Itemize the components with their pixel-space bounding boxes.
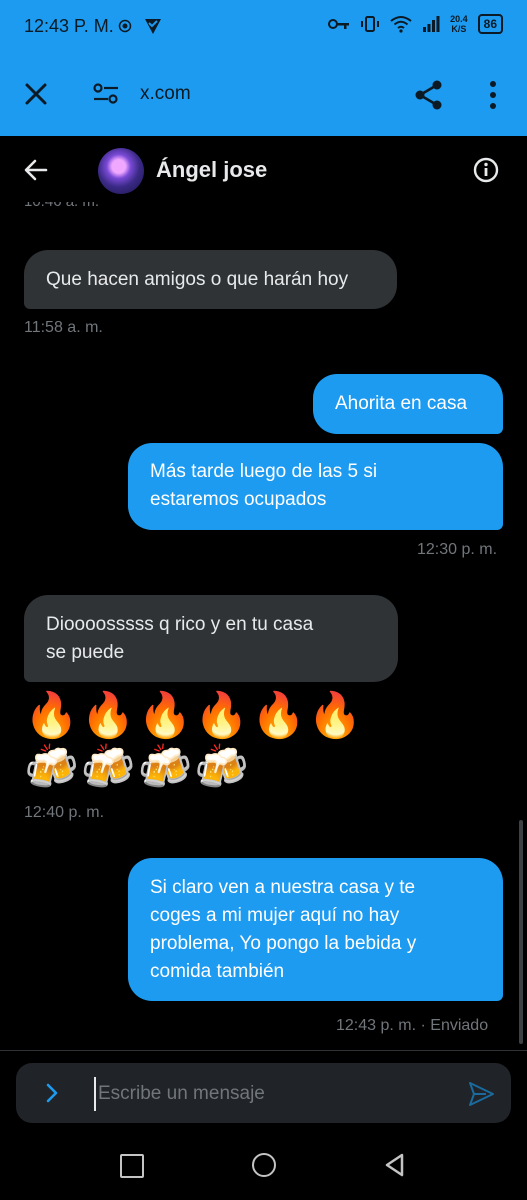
message-timestamp: 11:58 a. m. xyxy=(24,319,103,336)
close-icon[interactable] xyxy=(20,78,52,110)
message-text-line: se puede xyxy=(46,642,125,663)
message-bubble-received[interactable]: Dioooosssss q rico y en tu casa se puede xyxy=(24,595,398,682)
message-timestamp: 12:30 p. m. xyxy=(417,541,498,558)
home-button[interactable] xyxy=(252,1153,276,1177)
emoji-message-beer[interactable]: 🍻🍻🍻🍻 xyxy=(24,742,251,794)
system-back-icon[interactable] xyxy=(382,1152,408,1178)
conversation-name[interactable]: Ángel jose xyxy=(156,157,267,183)
scrollbar[interactable] xyxy=(519,820,523,1044)
message-text-line: Dioooosssss q rico y en tu casa xyxy=(46,614,314,635)
message-bubble-sent[interactable]: Más tarde luego de las 5 si estaremos oc… xyxy=(128,443,503,530)
network-speed-unit: K/S xyxy=(451,24,467,34)
signal-icon xyxy=(423,16,440,32)
message-text-line: comida también xyxy=(150,961,285,982)
wifi-icon xyxy=(390,16,412,33)
message-timestamp-sent-status: 12:43 p. m. · Enviado xyxy=(336,1017,489,1034)
chevron-right-icon[interactable] xyxy=(38,1079,66,1107)
emoji-message-fire[interactable]: 🔥🔥🔥🔥🔥🔥 xyxy=(24,690,365,742)
share-icon[interactable] xyxy=(412,78,446,112)
message-bubble-received[interactable]: Que hacen amigos o que harán hoy xyxy=(24,250,397,309)
back-arrow-icon[interactable] xyxy=(22,156,50,184)
more-vertical-icon[interactable] xyxy=(482,78,504,112)
recent-apps-button[interactable] xyxy=(120,1154,144,1178)
network-speed-value: 20.4 xyxy=(450,14,468,24)
browser-toolbar: 12:43 P. M. 20.4 K/S 86 x.com xyxy=(0,0,527,136)
message-text-line: coges a mi mujer aquí no hay xyxy=(150,905,400,926)
message-timestamp: 12:40 p. m. xyxy=(24,804,105,821)
vibrate-icon xyxy=(361,16,380,32)
info-icon[interactable] xyxy=(472,156,500,184)
composer-divider xyxy=(0,1050,527,1051)
avatar[interactable] xyxy=(98,148,144,194)
message-text-line: estaremos ocupados xyxy=(150,489,327,510)
verified-heart-icon xyxy=(145,19,161,34)
system-navigation-bar xyxy=(0,1124,527,1200)
message-text: Ahorita en casa xyxy=(335,393,468,414)
message-text: Que hacen amigos o que harán hoy xyxy=(46,269,349,290)
message-bubble-sent[interactable]: Ahorita en casa xyxy=(313,374,503,434)
message-text-line: Si claro ven a nuestra casa y te xyxy=(150,877,416,898)
vpn-key-icon xyxy=(328,19,350,29)
url-text[interactable]: x.com xyxy=(140,83,191,105)
record-icon xyxy=(118,19,132,33)
message-text-line: Más tarde luego de las 5 si xyxy=(150,461,378,482)
message-input[interactable] xyxy=(94,1077,460,1111)
status-notification-icons xyxy=(118,16,164,36)
message-bubble-sent[interactable]: Si claro ven a nuestra casa y te coges a… xyxy=(128,858,503,1001)
message-text-line: problema, Yo pongo la bebida y xyxy=(150,933,417,954)
status-right-icons: 20.4 K/S 86 xyxy=(328,14,503,34)
battery-level: 86 xyxy=(477,14,503,34)
message-composer xyxy=(16,1063,511,1123)
network-speed: 20.4 K/S xyxy=(450,14,468,34)
tune-icon[interactable] xyxy=(92,82,120,106)
conversation-header: Ángel jose xyxy=(0,136,527,202)
send-icon[interactable] xyxy=(466,1079,496,1109)
status-time: 12:43 P. M. xyxy=(24,16,114,36)
